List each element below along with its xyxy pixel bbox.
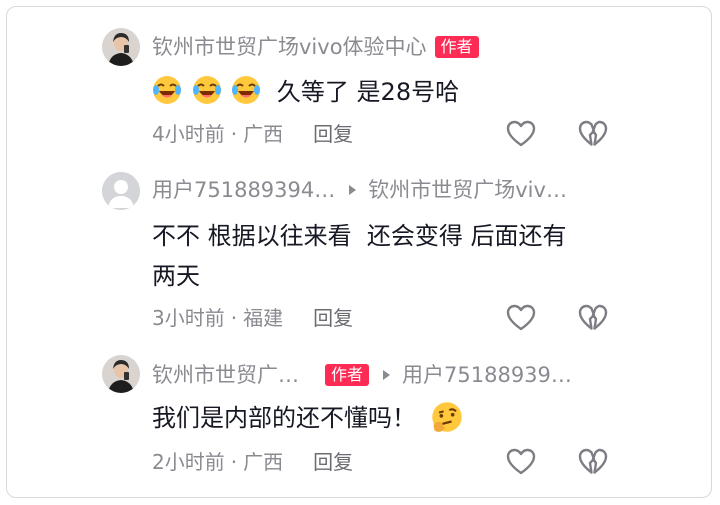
broken-heart-icon <box>578 448 608 474</box>
author-name[interactable]: 钦州市世贸广… <box>152 361 299 389</box>
comment-location: 广西 <box>243 450 284 474</box>
laugh-cry-emoji <box>152 76 192 106</box>
avatar[interactable] <box>102 172 140 210</box>
meta-separator: · <box>230 306 238 330</box>
comment-text-line: 不不 根据以往来看 还会变得 后面还有 <box>152 222 567 250</box>
comment-body: 不不 根据以往来看 还会变得 后面还有 两天 <box>152 216 622 296</box>
comment-text: 久等了 是28号哈 <box>276 78 460 106</box>
comment-text: 我们是内部的还不懂吗！ <box>152 404 416 432</box>
comment-body: 久等了 是28号哈 <box>152 72 622 112</box>
reply-button[interactable]: 回复 <box>313 449 353 475</box>
reply-arrow-icon <box>383 370 391 380</box>
author-name[interactable]: 钦州市世贸广场vivo体验中心 <box>152 33 427 61</box>
heart-icon <box>506 448 536 475</box>
heart-icon <box>506 120 536 147</box>
reply-arrow-icon <box>349 185 357 195</box>
avatar[interactable] <box>102 355 140 393</box>
comment-time: 4小时前 <box>152 122 225 146</box>
author-badge: 作者 <box>325 364 370 386</box>
comment-location: 福建 <box>243 306 284 330</box>
reply-to-name[interactable]: 钦州市世贸广场viv… <box>368 176 567 204</box>
author-name[interactable]: 用户751889394… <box>152 176 335 204</box>
meta-separator: · <box>230 122 238 146</box>
broken-heart-icon <box>578 304 608 330</box>
dislike-button[interactable] <box>577 302 609 334</box>
thinking-emoji <box>424 402 466 432</box>
reply-to-name[interactable]: 用户75188939… <box>402 361 572 389</box>
like-button[interactable] <box>505 302 537 334</box>
laugh-cry-emoji <box>231 76 271 106</box>
comment-location: 广西 <box>243 122 284 146</box>
broken-heart-icon <box>578 120 608 146</box>
reply-button[interactable]: 回复 <box>313 121 353 147</box>
reply-button[interactable]: 回复 <box>313 305 353 331</box>
avatar[interactable] <box>102 28 140 66</box>
meta-separator: · <box>230 450 238 474</box>
like-button[interactable] <box>505 118 537 150</box>
comment-time: 3小时前 <box>152 306 225 330</box>
laugh-cry-emoji <box>192 76 232 106</box>
dislike-button[interactable] <box>577 446 609 478</box>
default-avatar-icon <box>102 172 140 210</box>
like-button[interactable] <box>505 446 537 478</box>
dislike-button[interactable] <box>577 118 609 150</box>
author-badge: 作者 <box>434 36 479 58</box>
comment-body: 我们是内部的还不懂吗！ <box>152 398 622 438</box>
heart-icon <box>506 304 536 331</box>
comment-time: 2小时前 <box>152 450 225 474</box>
comment-text-line: 两天 <box>152 262 200 290</box>
